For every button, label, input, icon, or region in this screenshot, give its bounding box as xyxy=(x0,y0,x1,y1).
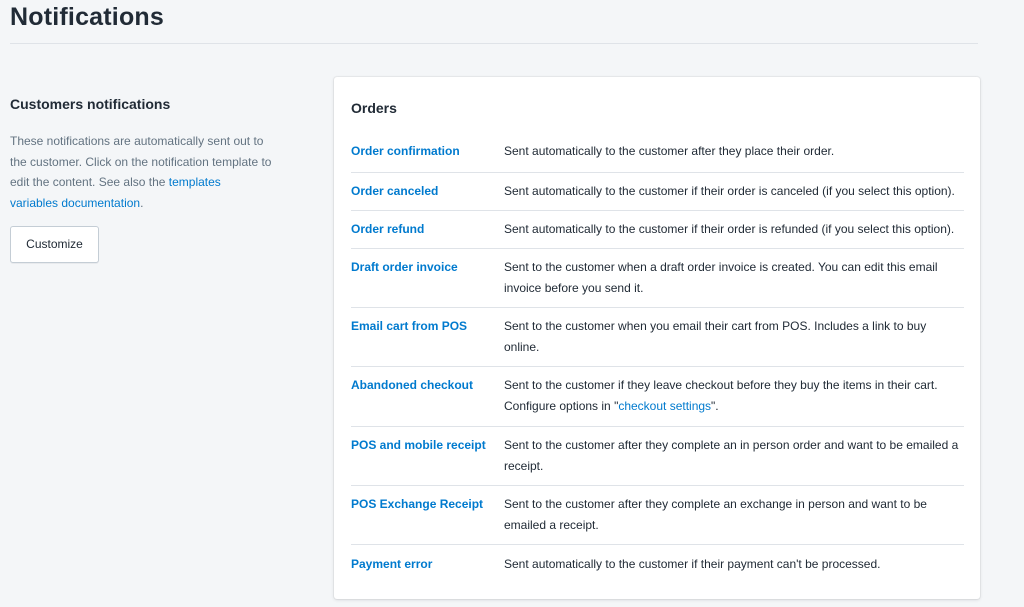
notification-description: Sent to the customer after they complete… xyxy=(504,438,959,473)
notification-description: Sent automatically to the customer if th… xyxy=(504,557,881,571)
notification-description-end: ". xyxy=(711,398,719,413)
notification-row: POS Exchange Receipt Sent to the custome… xyxy=(351,486,964,545)
orders-card: Orders Order confirmation Sent automatic… xyxy=(334,77,980,599)
section-description-text: These notifications are automatically se… xyxy=(10,134,272,189)
notification-description: Sent automatically to the customer if th… xyxy=(504,184,955,198)
page-title: Notifications xyxy=(10,3,164,31)
customers-notifications-section: Customers notifications These notificati… xyxy=(10,96,272,263)
notification-description-text: Sent to the customer if they leave check… xyxy=(504,378,938,413)
notification-description: Sent to the customer when a draft order … xyxy=(504,260,938,295)
section-description-end: . xyxy=(140,195,144,210)
notification-row: Order confirmation Sent automatically to… xyxy=(351,134,964,173)
notification-row: Draft order invoice Sent to the customer… xyxy=(351,249,964,308)
notification-description: Sent to the customer if they leave check… xyxy=(504,375,964,416)
orders-heading: Orders xyxy=(351,100,397,116)
abandoned-checkout-link[interactable]: Abandoned checkout xyxy=(351,375,504,396)
notification-row: Email cart from POS Sent to the customer… xyxy=(351,308,964,367)
order-refund-link[interactable]: Order refund xyxy=(351,219,504,240)
orders-list: Order confirmation Sent automatically to… xyxy=(351,134,964,585)
pos-and-mobile-receipt-link[interactable]: POS and mobile receipt xyxy=(351,435,504,456)
pos-exchange-receipt-link[interactable]: POS Exchange Receipt xyxy=(351,494,504,515)
notification-row: Payment error Sent automatically to the … xyxy=(351,545,964,585)
title-divider xyxy=(10,43,978,44)
draft-order-invoice-link[interactable]: Draft order invoice xyxy=(351,257,504,278)
order-canceled-link[interactable]: Order canceled xyxy=(351,181,504,202)
payment-error-link[interactable]: Payment error xyxy=(351,554,504,575)
notification-description: Sent automatically to the customer if th… xyxy=(504,222,955,236)
section-description: These notifications are automatically se… xyxy=(10,131,272,213)
section-heading: Customers notifications xyxy=(10,96,171,112)
checkout-settings-link[interactable]: checkout settings xyxy=(618,399,711,413)
notification-row: POS and mobile receipt Sent to the custo… xyxy=(351,427,964,486)
notification-description: Sent to the customer after they complete… xyxy=(504,497,927,532)
notification-description: Sent to the customer when you email thei… xyxy=(504,319,927,354)
notification-description: Sent automatically to the customer after… xyxy=(504,144,835,158)
email-cart-from-pos-link[interactable]: Email cart from POS xyxy=(351,316,504,337)
notification-row: Order canceled Sent automatically to the… xyxy=(351,173,964,211)
order-confirmation-link[interactable]: Order confirmation xyxy=(351,141,504,162)
notification-row: Order refund Sent automatically to the c… xyxy=(351,211,964,249)
notifications-page: Notifications Customers notifications Th… xyxy=(0,0,1024,607)
customize-button[interactable]: Customize xyxy=(10,226,99,263)
notification-row: Abandoned checkout Sent to the customer … xyxy=(351,367,964,427)
